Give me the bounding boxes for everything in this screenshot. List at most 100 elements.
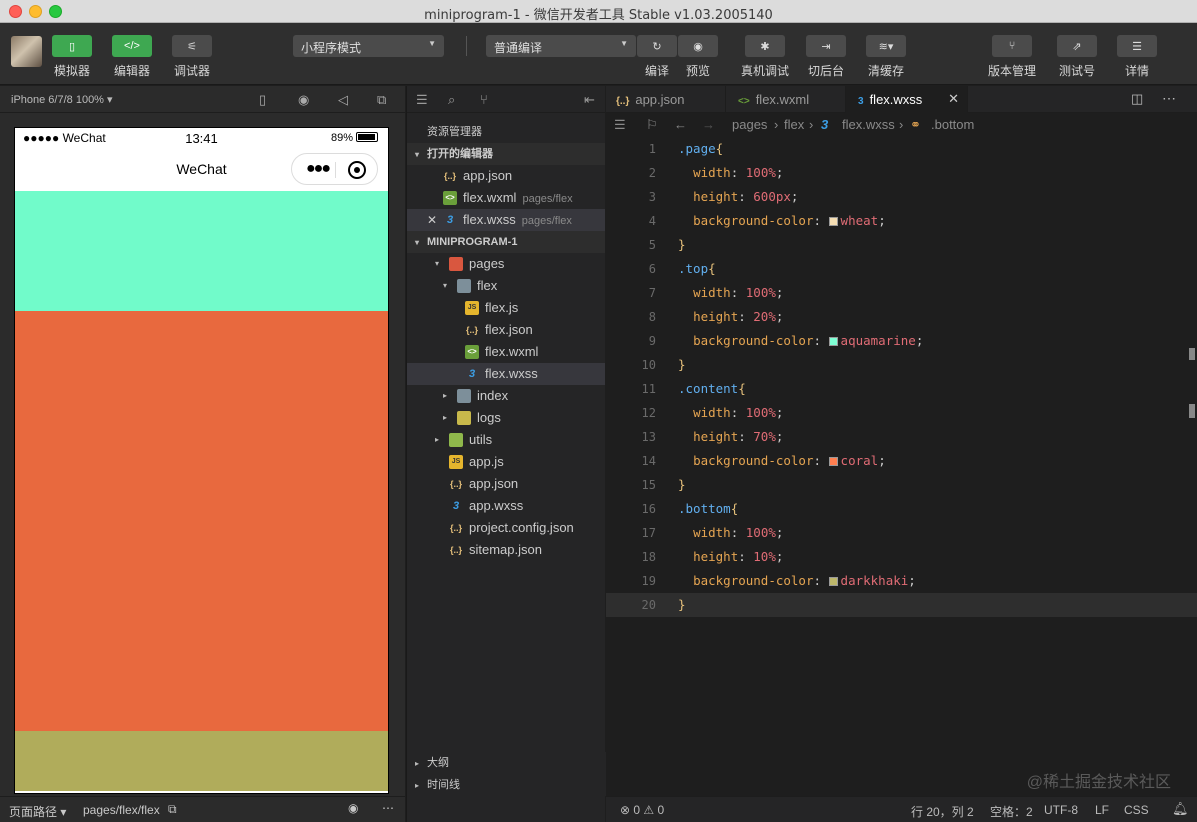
collapse-panel-icon[interactable]: ⇤ [584, 92, 595, 108]
tree-file[interactable]: 3 app.wxss [407, 495, 605, 517]
cursor-position[interactable]: 行 20，列 2 [911, 803, 974, 820]
chevron-right-icon[interactable]: ▸ [435, 429, 439, 451]
phone-screen: ●●●●● WeChat 13:41 89% WeChat ●●● [14, 127, 389, 794]
tab-label: flex.wxml [755, 92, 810, 107]
chevron-right-icon: ▸ [415, 781, 420, 790]
chevron-down-icon[interactable]: ▾ [435, 253, 439, 275]
tree-file[interactable]: <> flex.wxml [407, 341, 605, 363]
file-name: flex.wxss [485, 366, 538, 381]
details-button[interactable]: ☰ 详情 [1117, 35, 1157, 79]
breadcrumb-item[interactable]: .bottom [931, 117, 974, 132]
compile-mode-select[interactable]: 普通编译 ▼ [486, 35, 636, 57]
more-dots-icon[interactable]: ●●● [306, 160, 331, 178]
tab-flex-wxml[interactable]: <> flex.wxml [726, 86, 846, 113]
tab-label: flex.wxss [869, 92, 923, 107]
breadcrumb-item[interactable]: flex [784, 117, 804, 132]
close-icon[interactable]: ✕ [948, 91, 959, 107]
scrollbar-marker[interactable] [1189, 348, 1195, 360]
color-swatch[interactable] [828, 337, 838, 346]
mode-select[interactable]: 小程序模式 ▼ [293, 35, 444, 57]
debugger-button[interactable]: ⚟ 调试器 [172, 35, 212, 79]
bookmark-icon[interactable]: ⚐ [646, 117, 658, 133]
compile-button[interactable]: ↻ 编译 [637, 35, 677, 79]
background-button[interactable]: ⇥ 切后台 [806, 35, 846, 79]
project-header[interactable]: ▾ MINIPROGRAM-1 [407, 231, 605, 253]
open-editor-item[interactable]: ✕ 3 flex.wxss pages/flex [407, 209, 605, 231]
notification-bell-icon[interactable]: 🔔︎ [1172, 801, 1189, 817]
record-icon[interactable]: ◉ [298, 92, 309, 108]
json-file-icon: {..} [449, 545, 462, 555]
clear-cache-button[interactable]: ≋▾ 清缓存 [866, 35, 906, 79]
close-target-icon[interactable] [348, 161, 366, 179]
test-account-label: 测试号 [1058, 64, 1095, 78]
problems-indicator[interactable]: ⊗ 0 ⚠ 0 [620, 803, 664, 817]
breadcrumb-item[interactable]: pages [732, 117, 767, 132]
line-ending[interactable]: LF [1095, 803, 1109, 817]
color-swatch[interactable] [828, 217, 838, 226]
forward-arrow-icon[interactable]: → [702, 117, 715, 132]
close-icon[interactable]: ✕ [427, 209, 437, 231]
app-window: miniprogram-1 - 微信开发者工具 Stable v1.03.200… [0, 0, 1197, 822]
tab-app-json[interactable]: {..} app.json [606, 86, 726, 113]
search-icon[interactable]: ⌕ [448, 92, 455, 108]
chevron-right-icon[interactable]: ▸ [443, 385, 447, 407]
page-path-select[interactable]: 页面路径 ▾ [9, 803, 66, 820]
scrollbar-thumb[interactable] [1189, 404, 1195, 418]
indentation[interactable]: 空格：2 [990, 803, 1033, 820]
real-device-debug-button[interactable]: ✱ 真机调试 [741, 35, 789, 79]
phone-icon[interactable]: ▯ [259, 92, 266, 108]
tree-file[interactable]: JS flex.js [407, 297, 605, 319]
tree-file[interactable]: {..} sitemap.json [407, 539, 605, 561]
json-file-icon: {..} [465, 325, 478, 335]
tree-file[interactable]: {..} flex.json [407, 319, 605, 341]
test-account-button[interactable]: ⇗ 测试号 [1057, 35, 1097, 79]
simulator-button[interactable]: ▯ 模拟器 [52, 35, 92, 79]
clear-cache-label: 清缓存 [867, 64, 904, 78]
tree-file[interactable]: 3 flex.wxss [407, 363, 605, 385]
tree-folder[interactable]: ▸ utils [407, 429, 605, 451]
code-area[interactable]: 1 .page{2 width: 100%; 3 height: 600px; 4 b… [606, 137, 1197, 617]
back-arrow-icon[interactable]: ← [674, 117, 687, 132]
tree-folder[interactable]: ▾ pages [407, 253, 605, 275]
file-name: sitemap.json [469, 542, 542, 557]
copy-icon[interactable]: ⧉ [168, 802, 177, 817]
timeline-header[interactable]: ▸ 时间线 [407, 774, 606, 796]
color-swatch[interactable] [828, 457, 838, 466]
background-label: 切后台 [807, 64, 844, 78]
outline-header[interactable]: ▸ 大纲 [407, 752, 606, 774]
language-mode[interactable]: CSS [1124, 803, 1149, 817]
list-icon[interactable]: ☰ [416, 92, 428, 108]
open-editors-header[interactable]: ▾ 打开的编辑器 [407, 143, 605, 165]
tab-flex-wxss[interactable]: 3 flex.wxss ✕ [846, 86, 968, 113]
tree-folder[interactable]: ▸ index [407, 385, 605, 407]
more-icon[interactable]: ⋯ [1162, 90, 1176, 107]
tree-folder[interactable]: ▸ logs [407, 407, 605, 429]
open-editor-item[interactable]: {..} app.json [407, 165, 605, 187]
eye-icon[interactable]: ◉ [348, 801, 358, 815]
tree-file[interactable]: {..} app.json [407, 473, 605, 495]
line-number: 16 [641, 502, 656, 516]
capsule-menu[interactable]: ●●● [291, 153, 378, 185]
tree-file[interactable]: JS app.js [407, 451, 605, 473]
color-swatch[interactable] [828, 577, 838, 586]
editor-button[interactable]: </> 编辑器 [112, 35, 152, 79]
git-icon[interactable]: ⑂ [480, 92, 488, 107]
encoding[interactable]: UTF-8 [1044, 803, 1078, 817]
preview-button[interactable]: ◉ 预览 [678, 35, 718, 79]
editor-tabs: {..} app.json <> flex.wxml 3 flex.wxss ✕ ◫ ⋯ [606, 86, 1197, 113]
file-name: logs [477, 410, 501, 425]
version-management-button[interactable]: ⑂ 版本管理 [988, 35, 1036, 79]
tree-file[interactable]: {..} project.config.json [407, 517, 605, 539]
volume-icon[interactable]: ◁ [338, 92, 348, 108]
chevron-right-icon[interactable]: ▸ [443, 407, 447, 429]
chevron-down-icon[interactable]: ▾ [443, 275, 447, 297]
open-editor-item[interactable]: <> flex.wxml pages/flex [407, 187, 605, 209]
split-editor-icon[interactable]: ◫ [1131, 91, 1143, 107]
more-icon[interactable]: ⋯ [382, 801, 394, 815]
tree-folder[interactable]: ▾ flex [407, 275, 605, 297]
popout-icon[interactable]: ⧉ [377, 92, 386, 108]
device-select[interactable]: iPhone 6/7/8 100% ▾ [11, 93, 113, 106]
breadcrumb-item[interactable]: flex.wxss [842, 117, 895, 132]
avatar[interactable] [11, 36, 42, 67]
list-icon[interactable]: ☰ [614, 117, 626, 133]
